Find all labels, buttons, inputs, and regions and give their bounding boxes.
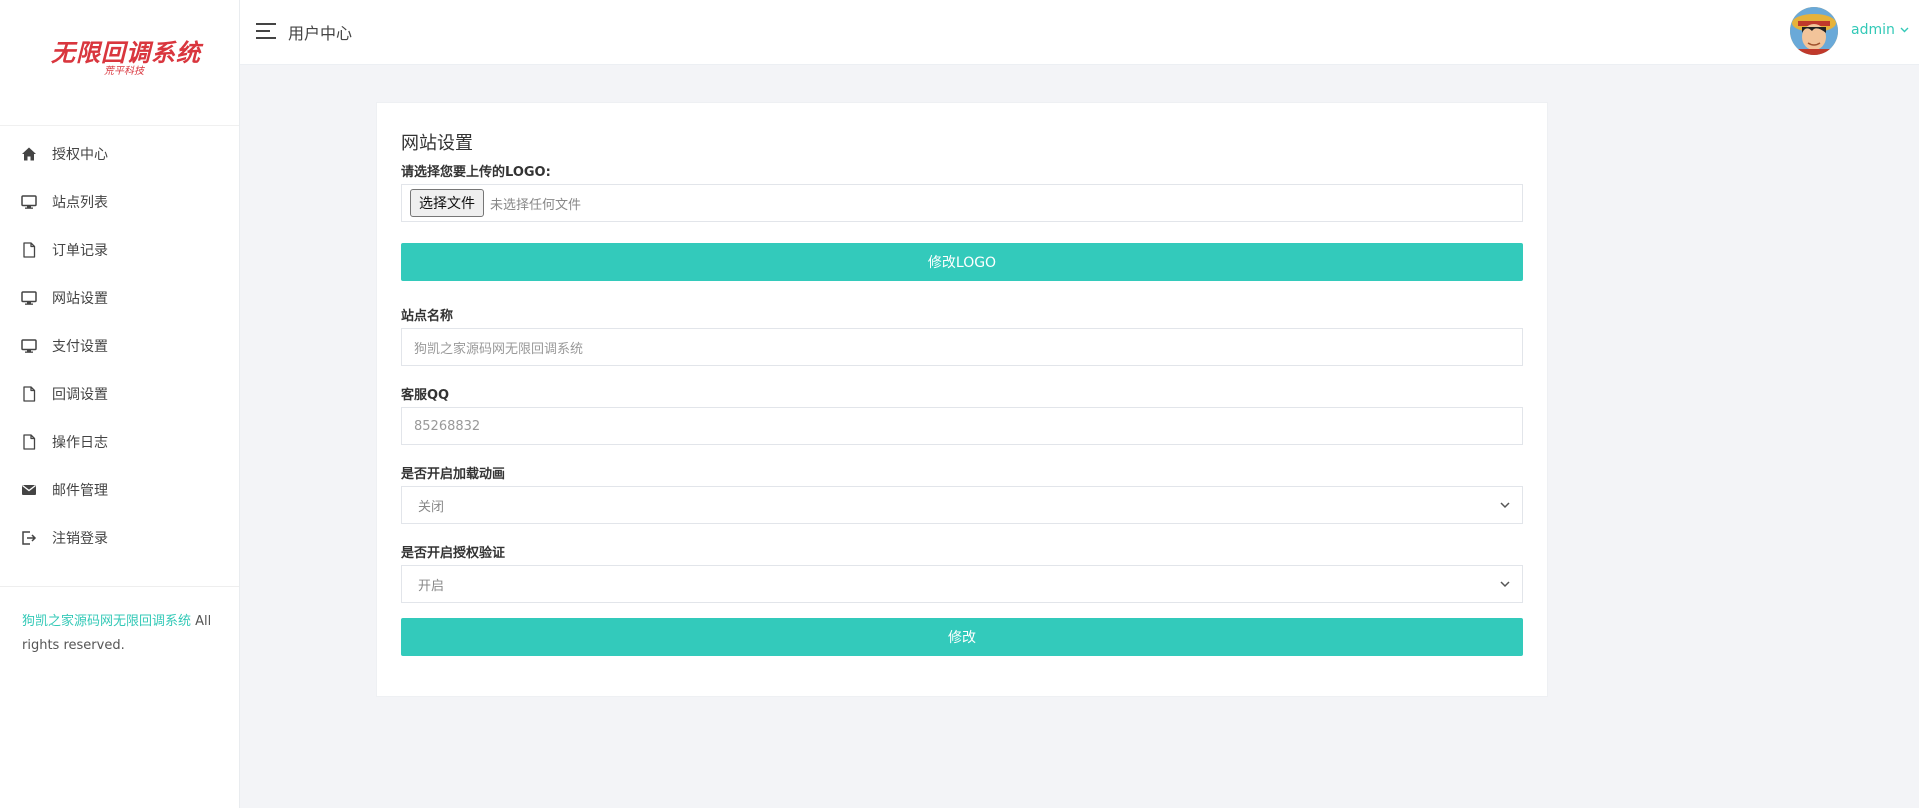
card-title: 网站设置 [401, 133, 473, 154]
sidebar-item-label: 站点列表 [52, 195, 108, 211]
sidebar-item-label: 回调设置 [52, 387, 108, 403]
logo-subtitle: 荒平科技 [104, 66, 144, 77]
page-title: 用户中心 [288, 24, 353, 43]
site-name-label: 站点名称 [401, 309, 454, 324]
logo-upload-label: 请选择您要上传的LOGO: [401, 165, 551, 180]
monitor-icon [20, 337, 38, 355]
menu-toggle-icon[interactable] [256, 22, 278, 40]
file-icon [20, 385, 38, 403]
submit-button[interactable]: 修改 [401, 618, 1523, 656]
update-logo-button[interactable]: 修改LOGO [401, 243, 1523, 281]
file-icon [20, 433, 38, 451]
auth-verification-label: 是否开启授权验证 [401, 546, 506, 561]
chevron-down-icon [1900, 27, 1909, 33]
sidebar-item-label: 注销登录 [52, 531, 108, 547]
avatar[interactable] [1790, 7, 1838, 55]
sidebar-item-label: 支付设置 [52, 339, 108, 355]
user-name: admin [1851, 22, 1895, 38]
site-name-placeholder: 狗凯之家源码网无限回调系统 [414, 341, 584, 357]
sidebar-item-label: 邮件管理 [52, 483, 108, 499]
sidebar-item-authorization-center[interactable]: 授权中心 [0, 130, 239, 178]
monitor-icon [20, 193, 38, 211]
auth-verification-select[interactable]: 开启 [401, 565, 1523, 603]
website-settings-card: 网站设置 请选择您要上传的LOGO: 选择文件 未选择任何文件 修改LOGO 站… [376, 102, 1548, 697]
logout-icon [20, 529, 38, 547]
sidebar-item-order-records[interactable]: 订单记录 [0, 226, 239, 274]
monitor-icon [20, 289, 38, 307]
sidebar-item-label: 授权中心 [52, 147, 108, 163]
sidebar-divider [0, 586, 239, 587]
qq-input[interactable]: 85268832 [401, 407, 1523, 445]
site-name-input[interactable]: 狗凯之家源码网无限回调系统 [401, 328, 1523, 366]
auth-verification-value: 开启 [418, 578, 445, 594]
logo-file-input[interactable]: 选择文件 未选择任何文件 [401, 184, 1523, 222]
sidebar-item-site-list[interactable]: 站点列表 [0, 178, 239, 226]
footer-link[interactable]: 狗凯之家源码网无限回调系统 [22, 614, 191, 629]
sidebar-item-mail-management[interactable]: 邮件管理 [0, 466, 239, 514]
copyright-note: 狗凯之家源码网无限回调系统 All rights reserved. [22, 610, 222, 658]
qq-label: 客服QQ [401, 388, 450, 403]
qq-placeholder: 85268832 [414, 418, 481, 434]
sidebar-item-label: 网站设置 [52, 291, 108, 307]
sidebar-item-callback-settings[interactable]: 回调设置 [0, 370, 239, 418]
chevron-down-icon [1500, 580, 1510, 587]
sidebar: 无限回调系统 荒平科技 授权中心 站点列表 订单记录 网站设置 支付设置 回调设… [0, 0, 240, 808]
sidebar-item-logout[interactable]: 注销登录 [0, 514, 239, 562]
sidebar-nav: 授权中心 站点列表 订单记录 网站设置 支付设置 回调设置 操作日志 邮件管理 … [0, 130, 239, 562]
home-icon [20, 145, 38, 163]
file-status: 未选择任何文件 [490, 197, 582, 213]
sidebar-item-payment-settings[interactable]: 支付设置 [0, 322, 239, 370]
logo[interactable]: 无限回调系统 荒平科技 [0, 0, 239, 126]
envelope-icon [20, 481, 38, 499]
file-icon [20, 241, 38, 259]
loading-animation-select[interactable]: 关闭 [401, 486, 1523, 524]
sidebar-item-operation-log[interactable]: 操作日志 [0, 418, 239, 466]
loading-animation-label: 是否开启加载动画 [401, 467, 506, 482]
sidebar-item-label: 操作日志 [52, 435, 108, 451]
choose-file-button[interactable]: 选择文件 [410, 189, 484, 217]
sidebar-item-website-settings[interactable]: 网站设置 [0, 274, 239, 322]
topbar: 用户中心 admin [240, 0, 1919, 65]
sidebar-item-label: 订单记录 [52, 243, 108, 259]
user-menu[interactable]: admin [1851, 22, 1909, 38]
chevron-down-icon [1500, 501, 1510, 508]
loading-animation-value: 关闭 [418, 499, 445, 515]
